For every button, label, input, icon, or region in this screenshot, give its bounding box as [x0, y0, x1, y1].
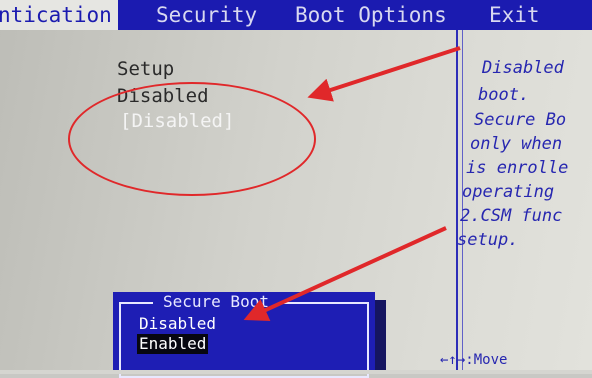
- bottom-strip: [0, 370, 592, 374]
- bios-screen: ntication Security Boot Options Exit Set…: [0, 0, 592, 378]
- annotation-arrows: [243, 46, 461, 321]
- annotation-arrow-top: [307, 46, 461, 102]
- annotation-arrow-bottom: [243, 226, 447, 321]
